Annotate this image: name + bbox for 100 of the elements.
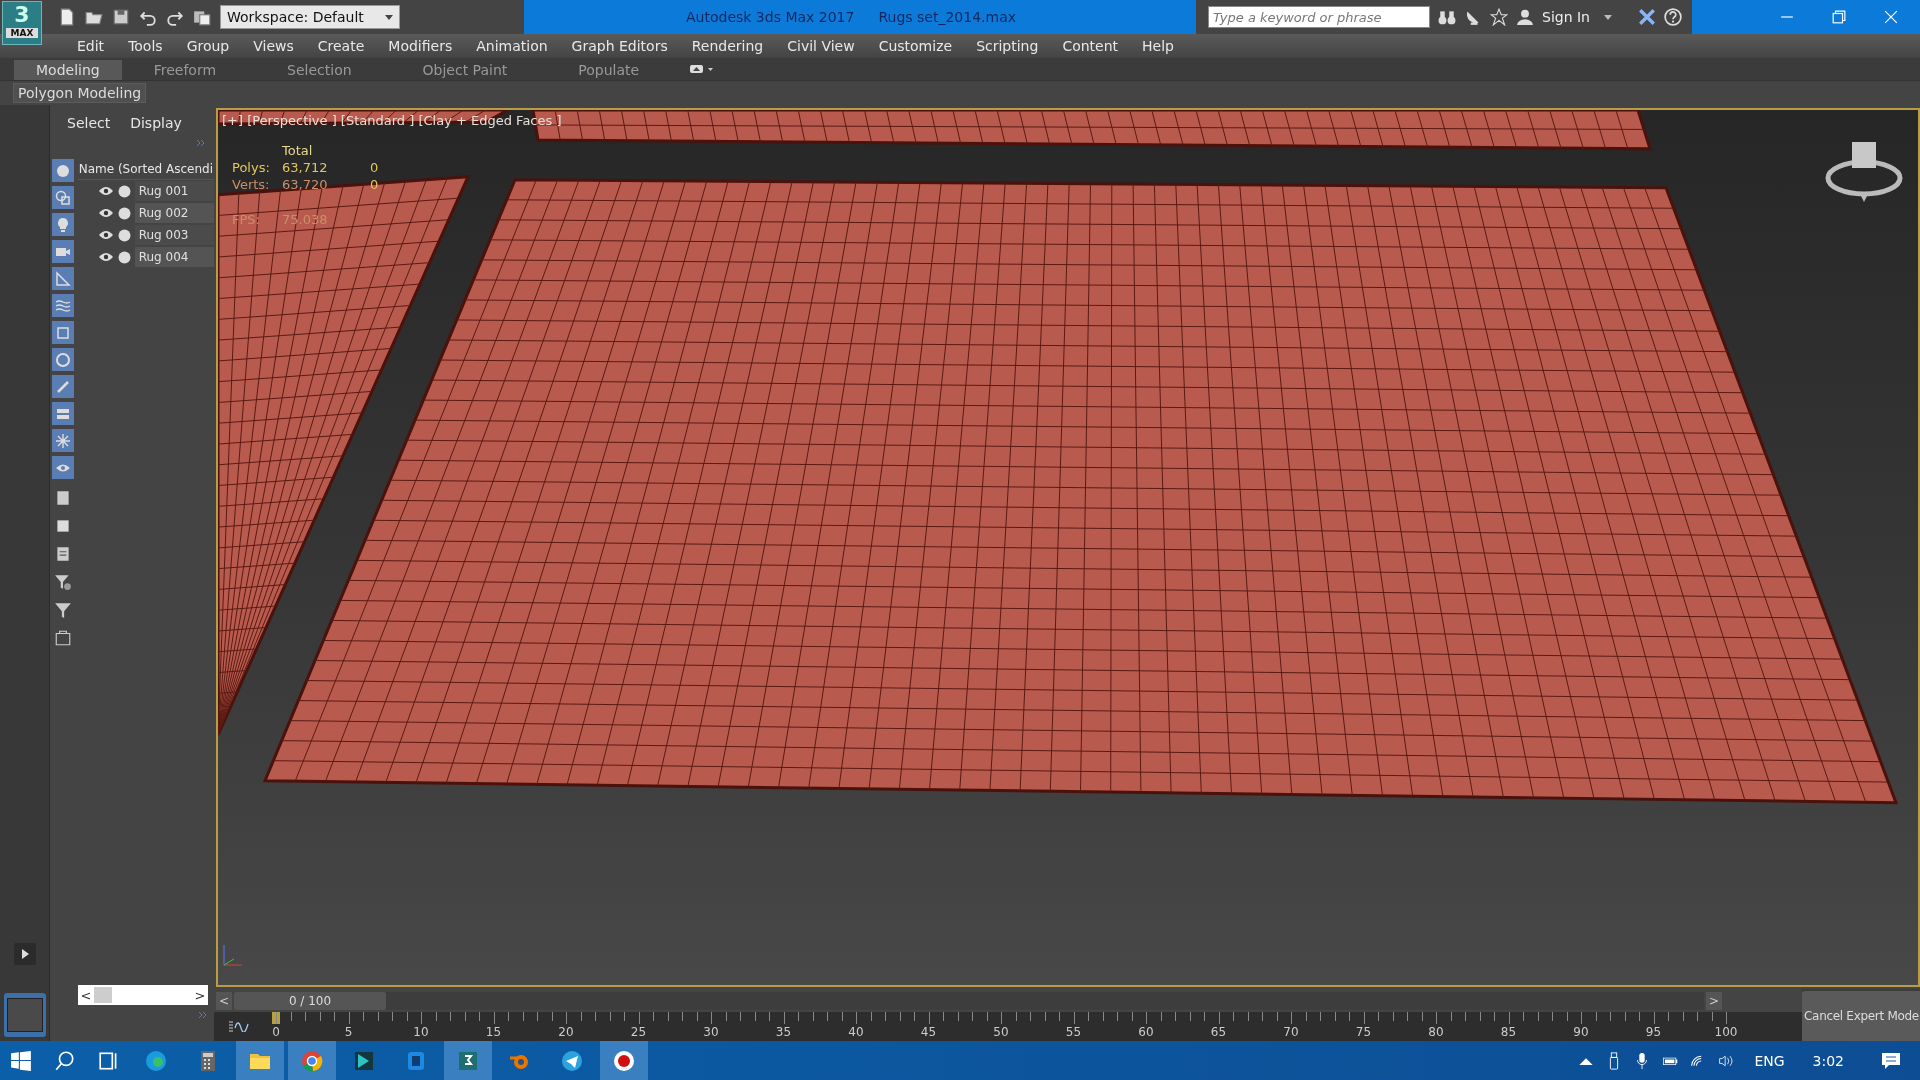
curve-editor-icon[interactable] — [228, 1020, 250, 1032]
time-slider-thumb[interactable]: 0 / 100 — [234, 991, 386, 1010]
taskbar-app[interactable] — [600, 1041, 648, 1080]
frame-number: 95 — [1645, 1025, 1662, 1039]
eye-icon[interactable] — [52, 456, 75, 479]
logo-digit: 3 — [14, 2, 30, 28]
viewport-layout-button[interactable] — [3, 993, 46, 1037]
bulb-icon[interactable] — [52, 213, 75, 236]
menu-item[interactable]: Edit — [64, 38, 116, 54]
filter-gear-icon[interactable] — [54, 573, 73, 591]
menu-item[interactable]: Create — [304, 38, 376, 54]
frame-number: 70 — [1283, 1025, 1299, 1039]
stats-header: Total — [282, 143, 314, 158]
cancel-expert-mode-button[interactable]: Cancel Expert Mode — [1802, 991, 1920, 1041]
search-field[interactable]: Type a keyword or phrase — [1208, 6, 1430, 28]
scroll-right-button[interactable]: > — [192, 987, 208, 1003]
globe-icon[interactable] — [52, 348, 75, 371]
frame-number: 5 — [344, 1025, 353, 1039]
play-icon[interactable] — [13, 943, 36, 965]
input-language[interactable]: ENG — [1754, 1052, 1785, 1069]
ribbon-toggle-icon[interactable] — [690, 64, 715, 74]
help-icon[interactable] — [1664, 8, 1682, 26]
user-icon[interactable] — [1516, 8, 1534, 26]
frame-number: 45 — [920, 1025, 937, 1039]
menu-item[interactable]: Group — [173, 38, 241, 54]
frame-number: 30 — [703, 1025, 719, 1039]
filter-icon[interactable] — [54, 601, 73, 619]
time-slider-track[interactable]: 0 / 100 — [234, 991, 1704, 1010]
stats-value: 63,712 — [282, 160, 329, 175]
save-icon[interactable] — [112, 8, 130, 26]
app-logo[interactable]: 3 MAX — [2, 1, 42, 45]
object-name[interactable]: Rug 001 — [134, 181, 214, 201]
taskbar-app[interactable] — [236, 1041, 284, 1080]
eye-icon[interactable] — [97, 252, 114, 262]
menu-item[interactable]: Scripting — [963, 38, 1050, 54]
eye-icon[interactable] — [97, 186, 114, 196]
ribbon-tab[interactable]: Modeling — [14, 60, 122, 80]
box-icon[interactable] — [52, 321, 75, 344]
menu-item[interactable]: Animation — [463, 38, 559, 54]
ribbon-panel-tab[interactable]: Polygon Modeling — [13, 83, 147, 103]
stats-value: 0 — [370, 160, 380, 175]
record-icon — [612, 1048, 636, 1073]
ribbon-tab[interactable]: Freeform — [131, 60, 239, 80]
menu-item[interactable]: Content — [1049, 38, 1130, 54]
menu-item[interactable]: Views — [240, 38, 305, 54]
stats-label: Verts: — [232, 177, 271, 192]
selection-set-icon[interactable] — [54, 629, 73, 647]
exchange-icon[interactable] — [1638, 8, 1656, 26]
previous-frame-button[interactable]: < — [216, 991, 232, 1010]
ribbon-tab[interactable]: Populate — [556, 60, 662, 80]
snow-icon[interactable] — [52, 429, 75, 452]
camera-icon[interactable] — [52, 240, 75, 263]
caret-icon[interactable] — [1604, 14, 1612, 20]
restore-icon[interactable] — [1832, 10, 1846, 24]
star-icon[interactable] — [1490, 8, 1508, 26]
layer-icon[interactable] — [52, 402, 75, 425]
menu-item[interactable]: Rendering — [678, 38, 775, 54]
eye-icon[interactable] — [97, 208, 114, 218]
eye-icon[interactable] — [97, 230, 114, 240]
frame-number: 20 — [558, 1025, 574, 1039]
explorer-tab[interactable]: Display — [130, 115, 182, 131]
freeze-dot-icon[interactable] — [117, 206, 131, 220]
new-file-icon[interactable] — [58, 8, 76, 26]
frame-number: 75 — [1355, 1025, 1372, 1039]
frame-number: 25 — [630, 1025, 647, 1039]
menu-item[interactable]: Help — [1129, 38, 1185, 54]
freeze-dot-icon[interactable] — [117, 184, 131, 198]
windows-start-icon[interactable] — [10, 1049, 32, 1072]
ribbon-tab[interactable]: Selection — [265, 60, 374, 80]
scroll-left-button[interactable]: < — [78, 987, 94, 1003]
taskbar-app[interactable] — [444, 1041, 492, 1080]
clock[interactable]: 3:02 — [1812, 1052, 1844, 1069]
explorer-tab[interactable]: Select — [67, 115, 111, 131]
binoculars-icon[interactable] — [1438, 8, 1456, 26]
shapes-icon[interactable] — [52, 186, 75, 209]
object-name[interactable]: Rug 004 — [134, 247, 214, 267]
close-icon[interactable] — [1884, 10, 1898, 24]
menu-item[interactable]: Customize — [865, 38, 964, 54]
menu-item[interactable]: Graph Editors — [558, 38, 679, 54]
wave-icon[interactable] — [52, 294, 75, 317]
menu-item[interactable]: Modifiers — [375, 38, 464, 54]
ruler-icon[interactable] — [52, 267, 75, 290]
satellite-dish-icon[interactable] — [1464, 8, 1482, 26]
workspace-dropdown[interactable]: Workspace: Default — [220, 5, 400, 29]
menu-item[interactable]: Tools — [115, 38, 174, 54]
notifications-icon[interactable] — [1880, 1051, 1902, 1070]
object-name[interactable]: Rug 002 — [134, 203, 214, 223]
search-icon[interactable] — [54, 1049, 76, 1072]
ribbon-tab[interactable]: Object Paint — [400, 60, 530, 80]
freeze-dot-icon[interactable] — [117, 228, 131, 242]
object-name[interactable]: Rug 003 — [134, 225, 214, 245]
freeze-dot-icon[interactable] — [117, 250, 131, 264]
scrollbar-thumb[interactable] — [94, 987, 112, 1003]
frame-number: 10 — [413, 1025, 429, 1039]
menu-item[interactable]: Civil View — [774, 38, 866, 54]
sign-in-link[interactable]: Sign In — [1542, 9, 1590, 25]
logo-text: MAX — [5, 28, 39, 38]
frame-number: 80 — [1428, 1025, 1444, 1039]
next-frame-button[interactable]: > — [1706, 991, 1722, 1010]
project-icon[interactable] — [193, 8, 211, 26]
